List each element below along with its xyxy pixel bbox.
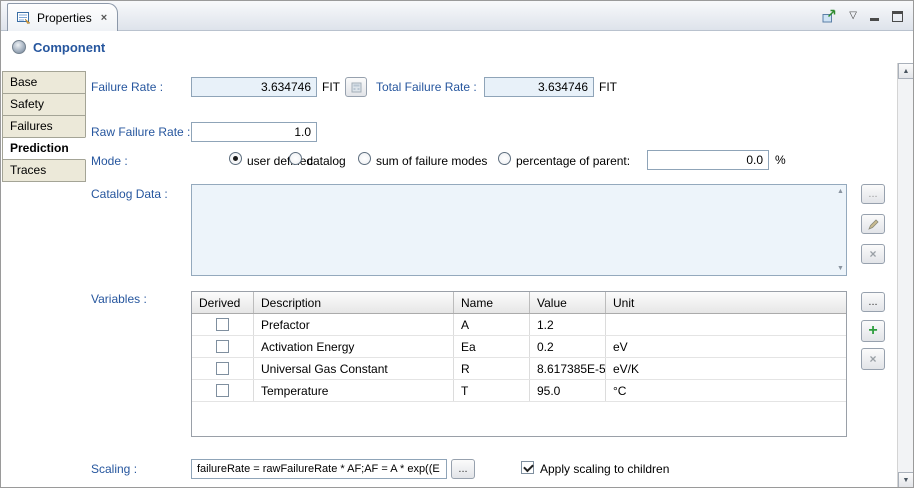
- radio-catalog[interactable]: [289, 152, 302, 165]
- cell-unit: eV: [606, 336, 846, 357]
- catalog-clear-button[interactable]: ×: [861, 244, 885, 264]
- column-header-unit[interactable]: Unit: [606, 292, 846, 313]
- scaling-label: Scaling :: [91, 462, 137, 476]
- component-icon: [12, 40, 26, 54]
- table-row[interactable]: Temperature T 95.0 °C: [192, 380, 846, 402]
- raw-failure-rate-label: Raw Failure Rate :: [91, 125, 190, 139]
- maximize-icon[interactable]: [892, 11, 903, 22]
- derived-checkbox[interactable]: [216, 384, 229, 397]
- close-icon[interactable]: ×: [101, 12, 107, 24]
- scroll-up-icon[interactable]: ▲: [837, 188, 844, 195]
- scrollbar-down-icon[interactable]: ▼: [898, 472, 914, 488]
- radio-percentage-of-parent[interactable]: [498, 152, 511, 165]
- cell-value: 8.617385E-5: [530, 358, 606, 379]
- cell-value: 0.2: [530, 336, 606, 357]
- tab-title: Properties: [37, 11, 92, 25]
- catalog-data-label: Catalog Data :: [91, 187, 168, 201]
- cell-name: R: [454, 358, 530, 379]
- view-tab-bar: Properties × ▽: [1, 1, 913, 31]
- properties-view: Properties × ▽ Component Base Safety Fai…: [0, 0, 914, 488]
- vertical-scrollbar[interactable]: ▲ ▼: [897, 63, 914, 488]
- cell-name: A: [454, 314, 530, 335]
- page-title: Component: [33, 40, 105, 55]
- cell-unit: eV/K: [606, 358, 846, 379]
- sidebar-item-safety[interactable]: Safety: [2, 93, 86, 116]
- total-failure-rate-label: Total Failure Rate :: [376, 80, 477, 94]
- view-menu-icon[interactable]: ▽: [849, 11, 857, 21]
- calculator-icon: [351, 82, 362, 93]
- scaling-browse-button[interactable]: ...: [451, 459, 475, 479]
- radio-sum-of-failure-modes[interactable]: [358, 152, 371, 165]
- radio-catalog-label[interactable]: catalog: [307, 154, 346, 168]
- cell-name: T: [454, 380, 530, 401]
- failure-rate-unit: FIT: [322, 80, 340, 94]
- scroll-down-icon[interactable]: ▼: [837, 265, 844, 272]
- sidebar-item-failures[interactable]: Failures: [2, 115, 86, 138]
- clear-icon: ×: [869, 248, 876, 260]
- percentage-field[interactable]: 0.0: [647, 150, 769, 170]
- variables-table: Derived Description Name Value Unit Pref…: [191, 291, 847, 437]
- sidebar-item-base[interactable]: Base: [2, 71, 86, 94]
- cell-unit: [606, 314, 846, 335]
- pencil-icon: [868, 219, 879, 230]
- total-failure-rate-field[interactable]: 3.634746: [484, 77, 594, 97]
- radio-user-defined[interactable]: [229, 152, 242, 165]
- view-toolbar: ▽: [821, 8, 903, 24]
- plus-icon: +: [868, 323, 877, 339]
- failure-rate-label: Failure Rate :: [91, 80, 163, 94]
- table-row[interactable]: Universal Gas Constant R 8.617385E-5 eV/…: [192, 358, 846, 380]
- sidebar-item-traces[interactable]: Traces: [2, 159, 86, 182]
- scrollbar-up-icon[interactable]: ▲: [898, 63, 914, 79]
- delete-icon: ×: [869, 353, 876, 365]
- recalculate-button[interactable]: [345, 77, 367, 97]
- radio-user-defined-label[interactable]: user defined: [247, 154, 313, 168]
- cell-description: Universal Gas Constant: [254, 358, 454, 379]
- radio-sum-of-failure-modes-label[interactable]: sum of failure modes: [376, 154, 487, 168]
- variables-label: Variables :: [91, 292, 147, 306]
- tab-properties[interactable]: Properties ×: [7, 3, 118, 31]
- cell-description: Prefactor: [254, 314, 454, 335]
- cell-value: 1.2: [530, 314, 606, 335]
- mode-label: Mode :: [91, 154, 128, 168]
- minimize-icon[interactable]: [869, 11, 880, 22]
- cell-value: 95.0: [530, 380, 606, 401]
- sidebar-item-prediction[interactable]: Prediction: [2, 137, 86, 160]
- column-header-name[interactable]: Name: [454, 292, 530, 313]
- apply-scaling-checkbox[interactable]: [521, 461, 534, 474]
- apply-scaling-label[interactable]: Apply scaling to children: [540, 462, 669, 476]
- variables-browse-button[interactable]: ...: [861, 292, 885, 312]
- catalog-data-field[interactable]: [191, 184, 847, 276]
- cell-description: Temperature: [254, 380, 454, 401]
- variables-table-header: Derived Description Name Value Unit: [192, 292, 846, 314]
- percentage-unit: %: [775, 153, 786, 167]
- add-variable-button[interactable]: +: [861, 320, 885, 342]
- table-empty-area: [192, 402, 846, 436]
- catalog-browse-button[interactable]: ...: [861, 184, 885, 204]
- table-row[interactable]: Prefactor A 1.2: [192, 314, 846, 336]
- scaling-expression-field[interactable]: failureRate = rawFailureRate * AF;AF = A…: [191, 459, 447, 479]
- column-header-derived[interactable]: Derived: [192, 292, 254, 313]
- failure-rate-field[interactable]: 3.634746: [191, 77, 317, 97]
- table-row[interactable]: Activation Energy Ea 0.2 eV: [192, 336, 846, 358]
- properties-icon: [16, 10, 31, 25]
- form-header: Component: [1, 32, 913, 62]
- derived-checkbox[interactable]: [216, 340, 229, 353]
- raw-failure-rate-field[interactable]: 1.0: [191, 122, 317, 142]
- catalog-edit-button[interactable]: [861, 214, 885, 234]
- cell-unit: °C: [606, 380, 846, 401]
- total-failure-rate-unit: FIT: [599, 80, 617, 94]
- cell-description: Activation Energy: [254, 336, 454, 357]
- delete-variable-button[interactable]: ×: [861, 348, 885, 370]
- derived-checkbox[interactable]: [216, 362, 229, 375]
- pin-view-icon[interactable]: [821, 8, 837, 24]
- cell-name: Ea: [454, 336, 530, 357]
- radio-percentage-of-parent-label[interactable]: percentage of parent:: [516, 154, 630, 168]
- derived-checkbox[interactable]: [216, 318, 229, 331]
- column-header-description[interactable]: Description: [254, 292, 454, 313]
- column-header-value[interactable]: Value: [530, 292, 606, 313]
